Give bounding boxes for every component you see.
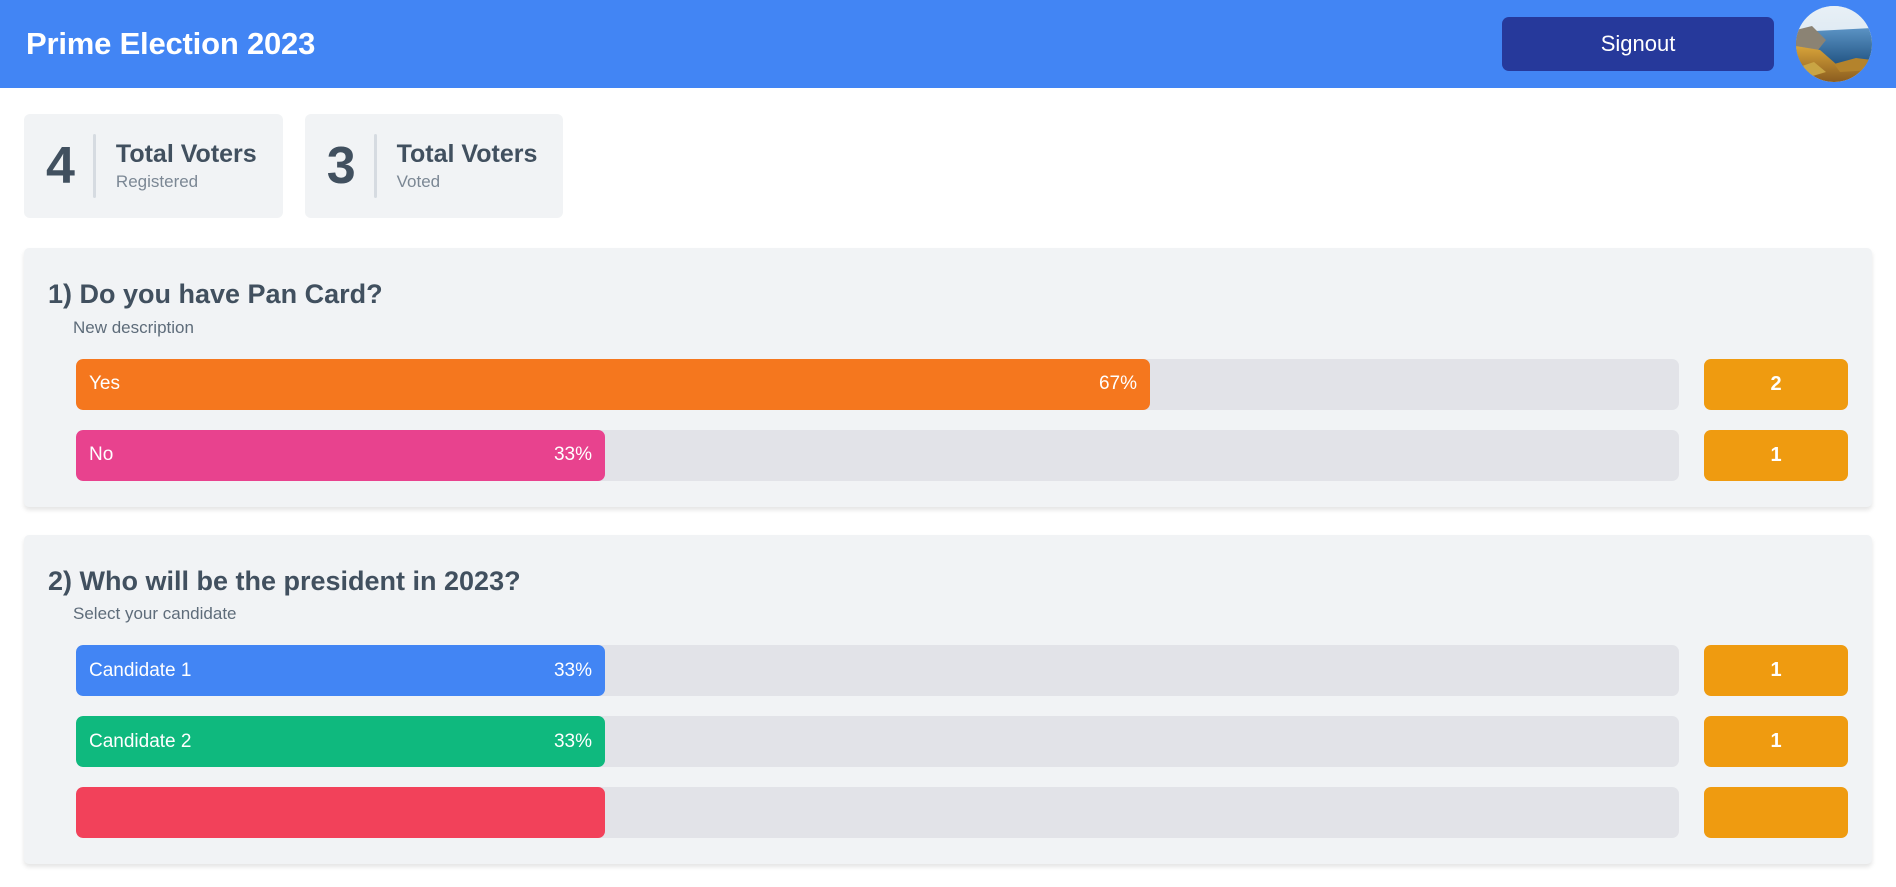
stat-text: Total Voters Voted: [377, 140, 538, 192]
option-list: Yes 67% 2 No 33% 1: [24, 358, 1872, 481]
stats-row: 4 Total Voters Registered 3 Total Voters…: [0, 88, 1896, 218]
bar-track: [76, 787, 1679, 839]
option-count-badge[interactable]: 1: [1704, 645, 1848, 697]
option-label: Candidate 1: [89, 659, 192, 681]
option-row: No 33% 1: [24, 429, 1872, 481]
app-header: Prime Election 2023 Signout: [0, 0, 1896, 88]
bar-track: Yes 67%: [76, 358, 1679, 410]
question-title: 2) Who will be the president in 2023?: [48, 565, 521, 596]
bar-fill: Candidate 2 33%: [76, 716, 605, 768]
question-description: Select your candidate: [73, 604, 237, 624]
question-card: 1) Do you have Pan Card? New description…: [24, 248, 1872, 507]
stat-number: 3: [326, 137, 356, 195]
option-percent: 67%: [1098, 373, 1137, 395]
question-description: New description: [73, 317, 194, 337]
option-label: No: [89, 444, 114, 466]
stat-label: Total Voters: [115, 140, 257, 169]
header-actions: Signout: [1502, 6, 1872, 82]
option-percent: 33%: [553, 444, 592, 466]
stat-card-registered: 4 Total Voters Registered: [24, 114, 283, 218]
option-count-badge[interactable]: [1704, 787, 1848, 839]
stat-card-voted: 3 Total Voters Voted: [304, 114, 564, 218]
question-card: 2) Who will be the president in 2023? Se…: [24, 534, 1872, 865]
stat-sublabel: Voted: [396, 171, 441, 191]
avatar-image: [1796, 6, 1872, 82]
option-label: Candidate 2: [89, 730, 192, 752]
signout-button[interactable]: Signout: [1502, 17, 1774, 71]
bar-track: No 33%: [76, 429, 1679, 481]
option-percent: 33%: [553, 659, 592, 681]
question-title: 1) Do you have Pan Card?: [48, 279, 383, 309]
avatar[interactable]: [1796, 6, 1872, 82]
stat-label: Total Voters: [396, 140, 538, 169]
option-count-badge[interactable]: 1: [1704, 716, 1848, 768]
option-row: Yes 67% 2: [24, 358, 1872, 410]
bar-track: Candidate 1 33%: [76, 645, 1679, 697]
option-count-badge[interactable]: 2: [1704, 358, 1848, 410]
option-count-badge[interactable]: 1: [1704, 429, 1848, 481]
option-row: [24, 787, 1872, 839]
questions-list: 1) Do you have Pan Card? New description…: [0, 218, 1896, 865]
page-title: Prime Election 2023: [26, 26, 316, 61]
stat-sublabel: Registered: [115, 171, 199, 191]
option-percent: 33%: [553, 730, 592, 752]
option-list: Candidate 1 33% 1 Candidate 2 33% 1: [24, 645, 1872, 839]
bar-fill: Yes 67%: [76, 358, 1150, 410]
bar-fill: Candidate 1 33%: [76, 645, 605, 697]
bar-fill: [76, 787, 605, 839]
option-row: Candidate 1 33% 1: [24, 645, 1872, 697]
stat-number: 4: [46, 137, 75, 195]
bar-track: Candidate 2 33%: [76, 716, 1679, 768]
option-row: Candidate 2 33% 1: [24, 716, 1872, 768]
option-label: Yes: [89, 373, 120, 395]
stat-text: Total Voters Registered: [96, 140, 257, 192]
bar-fill: No 33%: [76, 429, 605, 481]
